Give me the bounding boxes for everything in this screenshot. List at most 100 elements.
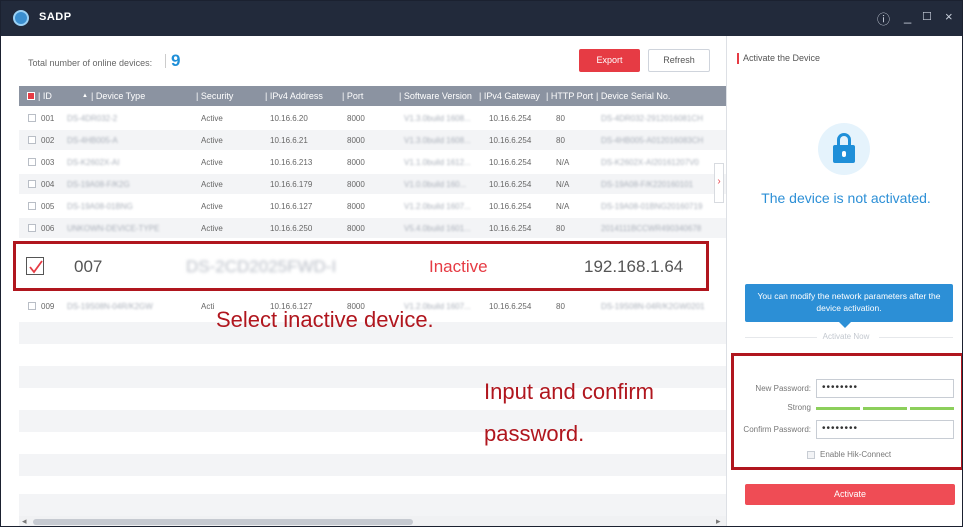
selected-device-type: DS-2CD2025FWD-I	[186, 257, 337, 276]
cell-device-type: DS-19S08N-04R/K2GW	[67, 302, 153, 311]
cell-security: Acti	[201, 302, 215, 311]
cell-serial: 2014111BCCWR490340678	[601, 224, 702, 233]
sadp-logo-icon	[13, 10, 29, 26]
empty-row	[19, 494, 726, 516]
scrollbar-thumb[interactable]	[33, 519, 413, 525]
row-checkbox[interactable]	[28, 302, 36, 310]
horizontal-scrollbar[interactable]: ◂ ▸	[19, 516, 726, 526]
cell-ipv4: 10.16.6.213	[270, 158, 313, 167]
column-header-ipv4-address[interactable]: | IPv4 Address	[265, 91, 323, 101]
maximize-icon[interactable]: ☐	[922, 10, 932, 23]
activate-button[interactable]: Activate	[745, 484, 955, 505]
cell-http-port: N/A	[556, 158, 570, 167]
close-icon[interactable]: ×	[945, 9, 953, 24]
cell-http-port: 80	[556, 136, 565, 145]
password-highlight-box	[731, 353, 962, 470]
cell-serial: DS-4HB005-A012016083CH	[601, 136, 704, 145]
cell-http-port: N/A	[556, 202, 570, 211]
empty-row	[19, 454, 726, 476]
info-tooltip: You can modify the network parameters af…	[745, 284, 953, 322]
cell-ipv4: 10.16.6.179	[270, 180, 313, 189]
sort-ascending-icon[interactable]: ▲	[82, 93, 88, 99]
column-header-id[interactable]: | ID	[38, 91, 52, 101]
column-header-port[interactable]: | Port	[342, 91, 363, 101]
cell-security: Active	[201, 224, 223, 233]
cell-gateway: 10.16.6.254	[489, 158, 532, 167]
row-checkbox[interactable]	[28, 158, 36, 166]
table-row[interactable]: 006 UNKOWN-DEVICE-TYPE Active 10.16.6.250 80…	[19, 218, 726, 238]
cell-gateway: 10.16.6.254	[489, 114, 532, 123]
online-devices-label: Total number of online devices:	[28, 58, 153, 68]
cell-id: 002	[41, 136, 55, 145]
cell-security: Active	[201, 180, 223, 189]
selected-security-status: Inactive	[429, 257, 488, 276]
collapse-panel-icon[interactable]: ›	[714, 163, 724, 203]
row-checkbox[interactable]	[28, 136, 36, 144]
column-header-security[interactable]: | Security	[196, 91, 233, 101]
cell-software-version: V1.2.0build 1607...	[404, 202, 471, 211]
cell-device-type: UNKOWN-DEVICE-TYPE	[67, 224, 160, 233]
cell-device-type: DS-19A08-F/K2G	[67, 180, 130, 189]
table-row[interactable]: 004 DS-19A08-F/K2G Active 10.16.6.179 8000 V1…	[19, 174, 726, 194]
divider	[879, 337, 953, 338]
cell-security: Active	[201, 202, 223, 211]
row-checkbox[interactable]	[28, 114, 36, 122]
row-checkbox[interactable]	[28, 180, 36, 188]
cell-id: 009	[41, 302, 55, 311]
cell-id: 006	[41, 224, 55, 233]
table-row[interactable]: 001 DS-4DR032-2 Active 10.16.6.20 8000 V1.3.0…	[19, 108, 726, 128]
cell-device-type: DS-19A08-01BNG	[67, 202, 133, 211]
cell-ipv4: 10.16.6.20	[270, 114, 308, 123]
select-all-checkbox[interactable]	[27, 92, 35, 100]
cell-port: 8000	[347, 114, 365, 123]
selected-row-007[interactable]: 007 DS-2CD2025FWD-I Inactive 192.168.1.6…	[13, 241, 709, 291]
cell-security: Active	[201, 158, 223, 167]
refresh-button[interactable]: Refresh	[648, 49, 710, 72]
checkmark-icon	[29, 260, 43, 274]
table-row[interactable]: 002 DS-4HB005-A Active 10.16.6.21 8000 V1.3.0…	[19, 130, 726, 150]
row-checkbox[interactable]	[28, 202, 36, 210]
cell-serial: DS-19S08N-04R/K2GW0201	[601, 302, 705, 311]
column-header-device-type[interactable]: | Device Type	[91, 91, 145, 101]
minimize-icon[interactable]: _	[904, 9, 911, 24]
table-header: | ID ▲ | Device Type | Security | IPv4 A…	[19, 86, 726, 106]
cell-device-type: DS-4HB005-A	[67, 136, 118, 145]
cell-gateway: 10.16.6.254	[489, 302, 532, 311]
empty-row	[19, 410, 726, 432]
column-header-device-serial[interactable]: | Device Serial No.	[596, 91, 670, 101]
table-row[interactable]: 003 DS-K2602X-AI Active 10.16.6.213 8000 V1.1…	[19, 152, 726, 172]
scroll-right-icon[interactable]: ▸	[716, 516, 721, 526]
cell-gateway: 10.16.6.254	[489, 180, 532, 189]
cell-id: 001	[41, 114, 55, 123]
cell-serial: DS-K2602X-AI20161207V0	[601, 158, 699, 167]
table-row[interactable]: 005 DS-19A08-01BNG Active 10.16.6.127 8000 V1…	[19, 196, 726, 216]
cell-software-version: V1.3.0build 1608...	[404, 114, 471, 123]
cell-software-version: V1.1.0build 1612...	[404, 158, 471, 167]
divider	[165, 54, 166, 68]
cell-serial: DS-4DR032-2912016081CH	[601, 114, 703, 123]
cell-software-version: V1.3.0build 1608...	[404, 136, 471, 145]
callout-password-line1: Input and confirm	[484, 379, 654, 404]
cell-id: 003	[41, 158, 55, 167]
cell-device-type: DS-K2602X-AI	[67, 158, 120, 167]
export-button[interactable]: Export	[579, 49, 640, 72]
row-checkbox[interactable]	[28, 224, 36, 232]
column-header-http-port[interactable]: | HTTP Port	[546, 91, 593, 101]
app-title: SADP	[39, 11, 72, 23]
panel-title: Activate the Device	[743, 53, 821, 63]
cell-http-port: 80	[556, 302, 565, 311]
cell-port: 8000	[347, 202, 365, 211]
tooltip-arrow	[839, 322, 851, 328]
column-header-software-version[interactable]: | Software Version	[399, 91, 472, 101]
cell-http-port: N/A	[556, 180, 570, 189]
cell-gateway: 10.16.6.254	[489, 202, 532, 211]
column-header-ipv4-gateway[interactable]: | IPv4 Gateway	[479, 91, 540, 101]
info-icon[interactable]: ⓘ	[877, 9, 890, 28]
scroll-left-icon[interactable]: ◂	[22, 516, 27, 526]
row-checkbox-checked[interactable]	[26, 257, 44, 275]
cell-port: 8000	[347, 224, 365, 233]
activation-status: The device is not activated.	[761, 190, 931, 206]
cell-port: 8000	[347, 158, 365, 167]
selected-ipv4: 192.168.1.64	[584, 257, 684, 276]
cell-device-type: DS-4DR032-2	[67, 114, 118, 123]
